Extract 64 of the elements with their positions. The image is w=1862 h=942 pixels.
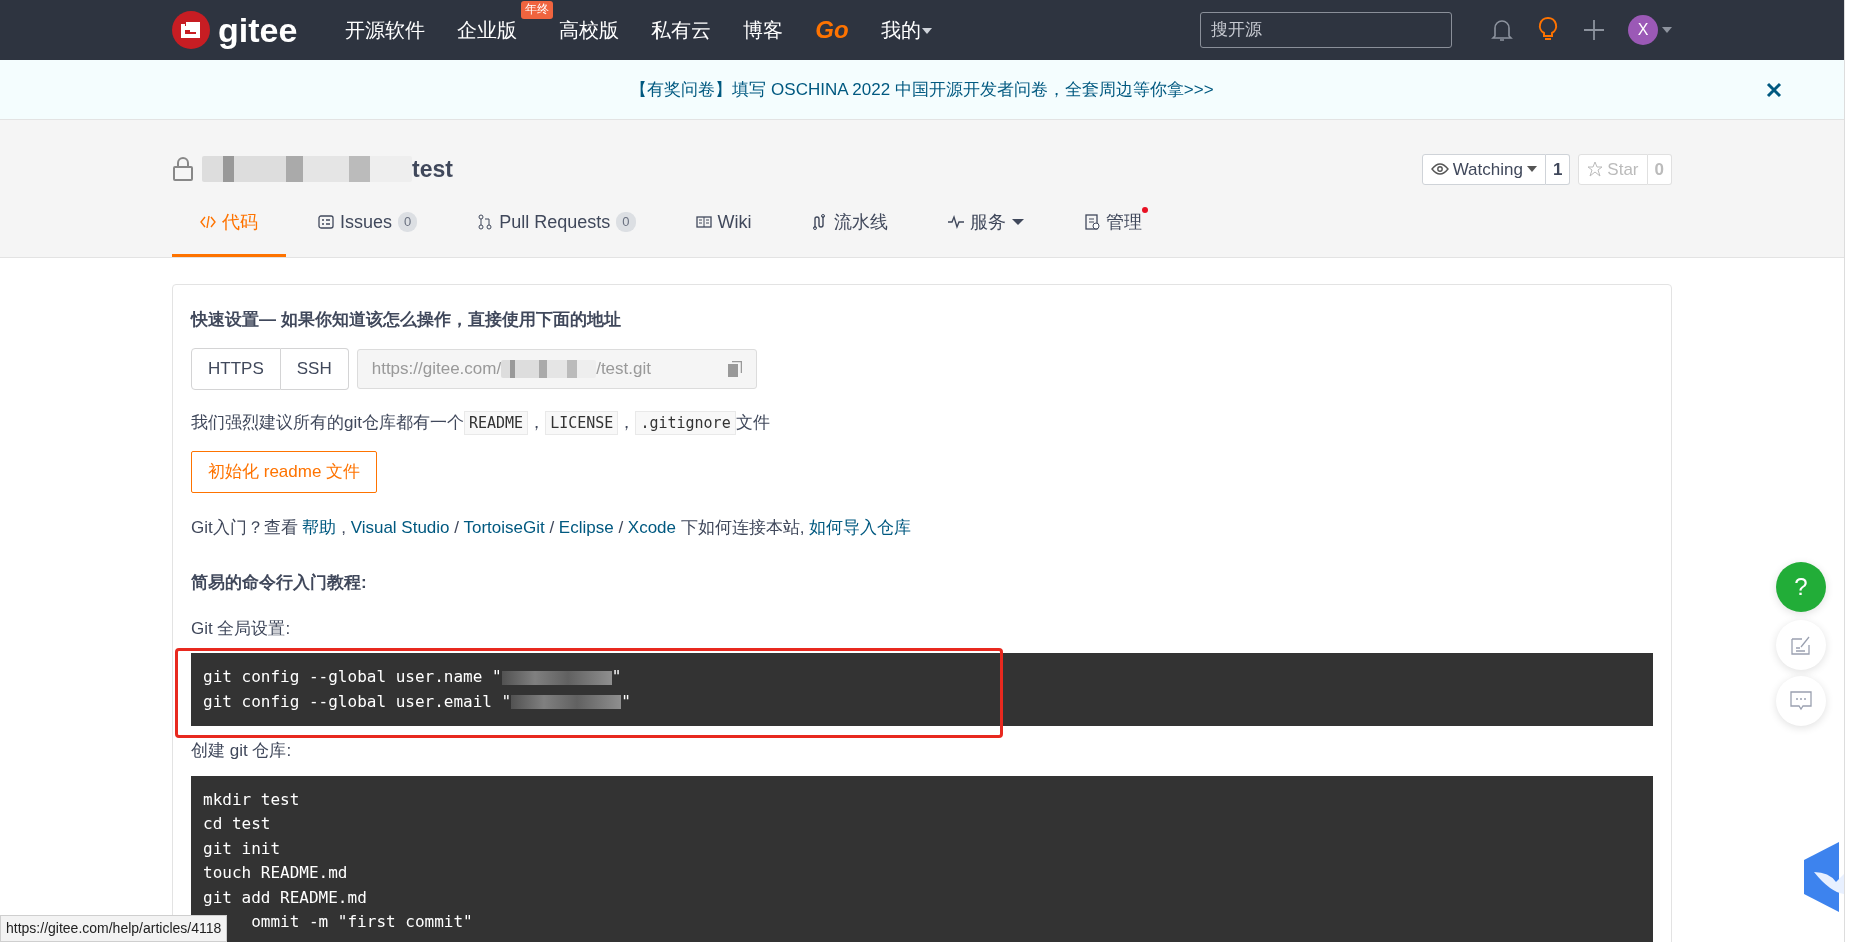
repo-name[interactable]: test	[412, 152, 453, 187]
block-label: Git 全局设置:	[191, 617, 292, 640]
nav-link[interactable]: 高校版	[559, 15, 620, 45]
nav-link[interactable]: 开源软件	[345, 15, 426, 45]
copy-icon[interactable]	[727, 360, 742, 377]
branch-icon	[477, 214, 494, 230]
code-line: git config --global user.email " "	[203, 690, 632, 713]
section-heading: 快速设置— 如果你知道该怎么操作，直接使用下面的地址	[191, 308, 622, 331]
close-icon[interactable]	[1766, 81, 1782, 98]
edit-icon	[1791, 635, 1811, 655]
help-link[interactable]: Visual Studio	[350, 517, 450, 537]
help-link[interactable]: TortoiseGit	[463, 517, 545, 537]
watch-button[interactable]: Watching	[1421, 153, 1546, 185]
pulse-icon	[947, 214, 964, 230]
chat-icon	[1790, 691, 1812, 711]
code-line: git init	[203, 837, 282, 860]
logo-text[interactable]: gitee	[218, 4, 298, 56]
caret-icon	[1526, 165, 1537, 174]
repo-tab[interactable]: Wiki	[667, 198, 780, 257]
repo-tab[interactable]: Pull Requests 0	[449, 198, 664, 257]
book-icon	[695, 214, 712, 230]
repo-tab[interactable]: 管理	[1055, 198, 1170, 257]
repo-tab[interactable]: 流水线	[783, 198, 916, 257]
help-link[interactable]: Eclipse	[558, 517, 614, 537]
nav-link[interactable]: 博客	[743, 15, 784, 45]
document-icon	[1083, 214, 1100, 230]
eye-icon	[1430, 163, 1449, 176]
help-link[interactable]: 如何导入仓库	[809, 517, 912, 537]
protocol-button[interactable]: SSH	[280, 348, 349, 390]
banner-link[interactable]: 【有奖问卷】填写 OSCHINA 2022 中国开源开发者问卷，全套周边等你拿>>>	[630, 76, 1214, 103]
count-badge: 0	[398, 212, 418, 232]
go-link[interactable]: Go	[815, 12, 849, 48]
logo-icon[interactable]	[172, 11, 210, 49]
section-heading: 简易的命令行入门教程:	[191, 572, 368, 594]
list-icon	[318, 214, 334, 230]
watch-count[interactable]: 1	[1545, 153, 1571, 185]
code-line: mkdir test	[203, 788, 301, 811]
code-line: git config --global user.name " "	[203, 666, 623, 688]
caret-icon	[920, 25, 933, 35]
star-icon	[1587, 161, 1604, 178]
count-badge: 0	[616, 212, 636, 232]
search-field[interactable]: 搜开源	[1200, 12, 1452, 48]
help-text: Git入门？查看 帮助 , Visual Studio / TortoiseGit / Eclipse / Xcode 下如何连接本站, 如何导入仓库	[191, 516, 913, 539]
nav-badge: 年终	[521, 1, 554, 19]
block-label: 创建 git 仓库:	[191, 740, 293, 762]
plus-icon[interactable]	[1582, 18, 1606, 42]
help-link[interactable]: 帮助	[302, 517, 337, 537]
code-line: cd test	[203, 813, 272, 835]
code-line: git add README.md	[203, 886, 368, 909]
repo-tab[interactable]: Issues 0	[290, 198, 446, 257]
recommendation-text: 我们强烈建议所有的git仓库都有一个 README ， LICENSE ， .gitignore 文件	[191, 409, 1653, 435]
nav-link[interactable]: 私有云	[651, 15, 712, 45]
caret-icon[interactable]	[1662, 26, 1672, 34]
protocol-button[interactable]: HTTPS	[191, 348, 281, 390]
bell-icon[interactable]	[1490, 17, 1514, 43]
help-link[interactable]: Xcode	[627, 517, 677, 537]
status-url: https://gitee.com/help/articles/4118	[0, 915, 228, 942]
user-avatar[interactable]: X	[1628, 15, 1658, 45]
code-line: touch README.md	[203, 862, 349, 884]
pipeline-icon	[811, 214, 828, 230]
nav-link[interactable]: 我的	[880, 15, 933, 45]
nav-link[interactable]: 企业版	[457, 15, 518, 45]
repo-tab[interactable]: 服务	[919, 198, 1052, 257]
code-icon	[200, 214, 216, 230]
